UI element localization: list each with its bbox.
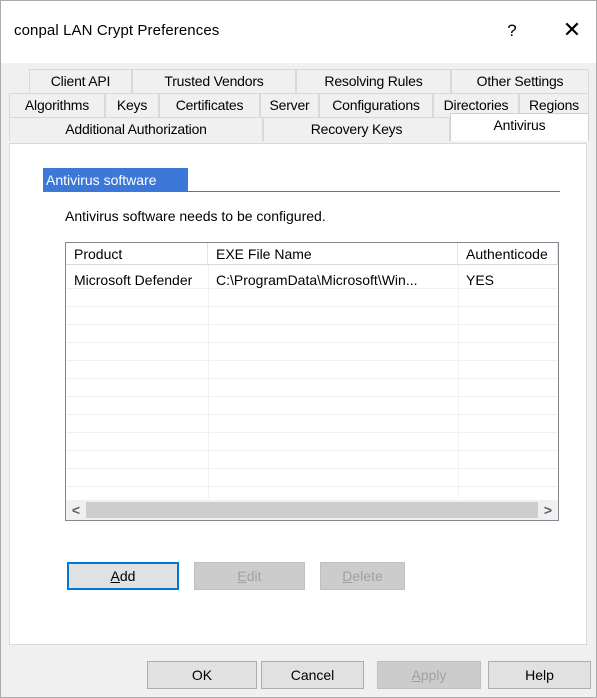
table-row-empty <box>66 397 558 415</box>
antivirus-list[interactable]: Product EXE File Name Authenticode Micro… <box>65 242 559 521</box>
table-row-empty <box>66 451 558 469</box>
info-text: Antivirus software needs to be configure… <box>65 208 326 224</box>
table-row-empty <box>66 433 558 451</box>
scroll-right-icon[interactable]: > <box>538 500 558 520</box>
ok-button[interactable]: OK <box>147 661 257 689</box>
table-row-empty <box>66 307 558 325</box>
edit-button[interactable]: Edit <box>194 562 305 590</box>
tab-resolving-rules[interactable]: Resolving Rules <box>296 69 451 93</box>
tab-other-settings[interactable]: Other Settings <box>451 69 589 93</box>
help-icon[interactable]: ? <box>494 13 530 49</box>
apply-mnemonic: A <box>411 667 421 683</box>
section-divider <box>188 191 560 192</box>
apply-label: pply <box>420 667 447 683</box>
table-row-empty <box>66 379 558 397</box>
tab-trusted-vendors[interactable]: Trusted Vendors <box>132 69 296 93</box>
scroll-left-icon[interactable]: < <box>66 500 86 520</box>
delete-button[interactable]: Delete <box>320 562 405 590</box>
delete-label: elete <box>352 568 383 584</box>
table-row-empty <box>66 325 558 343</box>
table-row-empty <box>66 343 558 361</box>
column-header-exe-file-name[interactable]: EXE File Name <box>208 243 458 265</box>
tab-certificates[interactable]: Certificates <box>159 93 260 117</box>
edit-label: dit <box>246 568 262 584</box>
cell-authenticode: YES <box>466 272 495 288</box>
delete-mnemonic: D <box>342 568 353 584</box>
table-row-empty <box>66 469 558 487</box>
apply-button[interactable]: Apply <box>377 661 481 689</box>
list-header: Product EXE File Name Authenticode <box>66 243 558 265</box>
section-header: Antivirus software <box>43 168 188 192</box>
table-row[interactable]: Microsoft Defender C:\ProgramData\Micros… <box>66 271 558 289</box>
tab-server[interactable]: Server <box>260 93 319 117</box>
tab-configurations[interactable]: Configurations <box>319 93 433 117</box>
horizontal-scrollbar[interactable]: < > <box>66 500 558 520</box>
cancel-button[interactable]: Cancel <box>261 661 364 689</box>
edit-mnemonic: E <box>237 568 247 584</box>
table-row-empty <box>66 289 558 307</box>
add-button[interactable]: Add <box>67 562 179 590</box>
close-icon[interactable]: ✕ <box>552 13 592 49</box>
cell-exe-file-name: C:\ProgramData\Microsoft\Win... <box>216 272 418 288</box>
tab-additional-authorization[interactable]: Additional Authorization <box>9 117 263 141</box>
column-header-authenticode[interactable]: Authenticode <box>458 243 558 265</box>
title-bar: conpal LAN Crypt Preferences ? ✕ <box>1 1 596 63</box>
window-title: conpal LAN Crypt Preferences <box>14 22 220 39</box>
tab-recovery-keys[interactable]: Recovery Keys <box>263 117 450 141</box>
tab-keys[interactable]: Keys <box>105 93 159 117</box>
help-button[interactable]: Help <box>488 661 591 689</box>
scroll-thumb[interactable] <box>86 502 538 518</box>
preferences-dialog: conpal LAN Crypt Preferences ? ✕ Client … <box>0 0 597 698</box>
tab-client-api[interactable]: Client API <box>29 69 132 93</box>
add-label: dd <box>119 568 136 584</box>
add-mnemonic: A <box>110 568 120 584</box>
column-header-product[interactable]: Product <box>66 243 208 265</box>
cell-product: Microsoft Defender <box>74 272 193 288</box>
table-row-empty <box>66 415 558 433</box>
table-row-empty <box>66 361 558 379</box>
tab-algorithms[interactable]: Algorithms <box>9 93 105 117</box>
tab-antivirus[interactable]: Antivirus <box>450 113 589 141</box>
